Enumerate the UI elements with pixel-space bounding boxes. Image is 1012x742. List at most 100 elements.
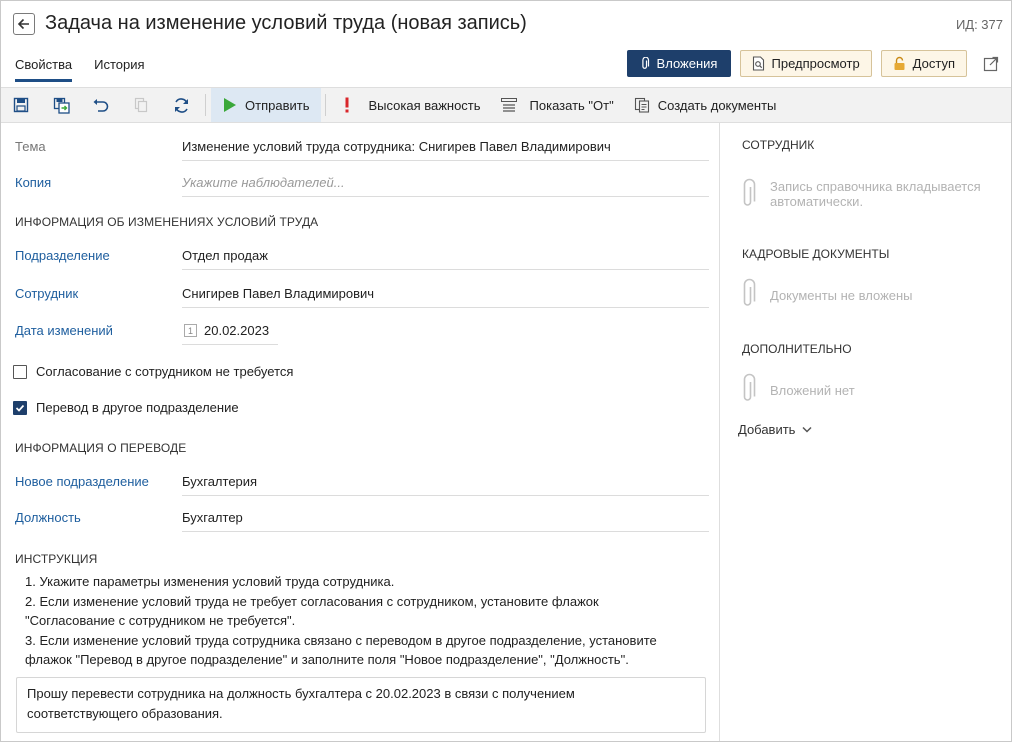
instruction-line: 1. Укажите параметры изменения условий т… [25,574,395,589]
send-button[interactable]: Отправить [211,88,322,122]
preview-label: Предпросмотр [771,56,860,71]
position-field[interactable]: Бухгалтер [182,504,709,532]
new-department-row: Новое подразделение Бухгалтерия [15,464,709,500]
check-icon [15,404,25,412]
observers-input[interactable]: Укажите наблюдателей... [182,169,709,197]
toolbar-separator [205,94,206,116]
employee-attachment-area: Запись справочника вкладывается автомати… [740,178,1010,210]
transfer-label: Перевод в другое подразделение [36,400,239,415]
save-icon [13,97,29,113]
instruction-line: "Согласование с сотрудником не требуется… [25,613,296,628]
tab-properties[interactable]: Свойства [15,57,73,82]
instruction-line: флажок "Перевод в другое подразделение" … [25,652,629,667]
instruction-title: ИНСТРУКЦИЯ [15,552,98,566]
page-title: Задача на изменение условий труда (новая… [45,12,527,34]
access-button[interactable]: Доступ [880,50,967,77]
no-approval-checkbox[interactable]: Согласование с сотрудником не требуется [13,364,293,379]
show-from-button[interactable]: Показать "От" [491,88,624,122]
add-attachment-button[interactable]: Добавить [738,422,812,437]
tab-bar: Свойства История [15,57,145,82]
additional-attachment-text: Вложений нет [770,383,855,398]
attachments-panel: СОТРУДНИК Запись справочника вкладываетс… [721,123,1011,741]
header-buttons: Вложения Предпросмотр Доступ [626,50,967,77]
form-area: Тема Изменение условий труда сотрудника:… [1,123,720,741]
employee-attachment-text: Запись справочника вкладывается автомати… [770,179,981,209]
employee-field[interactable]: Снигирев Павел Владимирович [182,280,709,308]
employee-row: Сотрудник Снигирев Павел Владимирович [15,276,709,312]
copy-button[interactable] [121,88,161,122]
from-list-icon [500,98,517,112]
add-label: Добавить [738,422,796,437]
department-row: Подразделение Отдел продаж [15,238,709,274]
toolbar: Отправить Высокая важность Показать "От"… [1,87,1011,123]
hr-docs-attachment-area: Документы не вложены [740,278,1010,310]
new-department-field[interactable]: Бухгалтерия [182,468,709,496]
additional-section-title: ДОПОЛНИТЕЛЬНО [742,342,852,356]
memo-line: соответствующего образования. [27,706,223,721]
high-importance-label: Высокая важность [368,97,481,113]
documents-icon [634,97,649,113]
transfer-info-title: ИНФОРМАЦИЯ О ПЕРЕВОДЕ [15,441,187,455]
save-and-close-icon [53,97,70,114]
save-and-close-button[interactable] [41,88,81,122]
paperclip-icon [641,56,649,69]
instruction-line: 3. Если изменение условий труда сотрудни… [25,632,657,648]
paperclip-icon [743,373,756,401]
position-label[interactable]: Должность [15,510,81,525]
paperclip-icon [743,178,756,206]
lock-icon [894,56,905,70]
back-button[interactable] [13,13,35,35]
preview-button[interactable]: Предпросмотр [739,50,872,77]
instruction-line: 2. Если изменение условий труда не требу… [25,593,599,609]
change-date-row: Дата изменений 1 20.02.2023 [15,313,709,349]
task-window: Задача на изменение условий труда (новая… [0,0,1012,742]
employee-label[interactable]: Сотрудник [15,286,78,301]
create-documents-button[interactable]: Создать документы [624,88,787,122]
expand-icon[interactable] [983,56,999,72]
high-importance-button[interactable]: Высокая важность [330,88,490,122]
paperclip-icon [743,278,756,306]
copy-icon [134,97,148,113]
transfer-checkbox[interactable]: Перевод в другое подразделение [13,400,239,415]
additional-attachment-area: Вложений нет [740,373,1010,405]
change-info-title: ИНФОРМАЦИЯ ОБ ИЗМЕНЕНИЯХ УСЛОВИЙ ТРУДА [15,215,319,229]
subject-field[interactable]: Изменение условий труда сотрудника: Сниг… [182,133,709,161]
subject-label: Тема [15,139,46,154]
change-date-field[interactable]: 1 20.02.2023 [182,317,278,345]
undo-icon [93,99,109,112]
employee-section-title: СОТРУДНИК [742,138,815,152]
copy-row: Копия Укажите наблюдателей... [15,165,709,201]
change-date-label: Дата изменений [15,323,113,338]
no-approval-checkbox-box[interactable] [13,364,27,379]
copy-label[interactable]: Копия [15,175,51,190]
memo-textarea[interactable]: Прошу перевести сотрудника на должность … [16,677,706,733]
toolbar-separator [325,94,327,116]
show-from-label: Показать "От" [529,97,614,113]
play-icon [224,98,236,112]
position-row: Должность Бухгалтер [15,500,709,536]
send-label: Отправить [245,97,310,113]
tab-history[interactable]: История [94,57,144,82]
header: Задача на изменение условий труда (новая… [1,1,1011,87]
calendar-icon[interactable]: 1 [184,324,197,337]
back-arrow-icon [17,18,29,30]
department-field[interactable]: Отдел продаж [182,242,709,270]
employee-attachment-line: Запись справочника вкладывается [770,179,981,194]
instruction-text: 1. Укажите параметры изменения условий т… [25,572,705,670]
access-label: Доступ [912,56,955,71]
refresh-button[interactable] [161,88,201,122]
refresh-icon [174,97,188,113]
department-label[interactable]: Подразделение [15,248,110,263]
record-id: ИД: 377 [955,17,1003,32]
preview-icon [752,56,764,71]
save-button[interactable] [1,88,41,122]
attachments-button[interactable]: Вложения [626,50,731,77]
hr-docs-section-title: КАДРОВЫЕ ДОКУМЕНТЫ [742,247,890,261]
subject-row: Тема Изменение условий труда сотрудника:… [15,129,709,165]
undo-button[interactable] [81,88,121,122]
hr-docs-attachment-text: Документы не вложены [770,288,913,303]
new-department-label[interactable]: Новое подразделение [15,474,149,489]
no-approval-label: Согласование с сотрудником не требуется [36,364,294,379]
transfer-checkbox-box[interactable] [13,400,27,415]
attachments-label: Вложения [656,56,718,71]
